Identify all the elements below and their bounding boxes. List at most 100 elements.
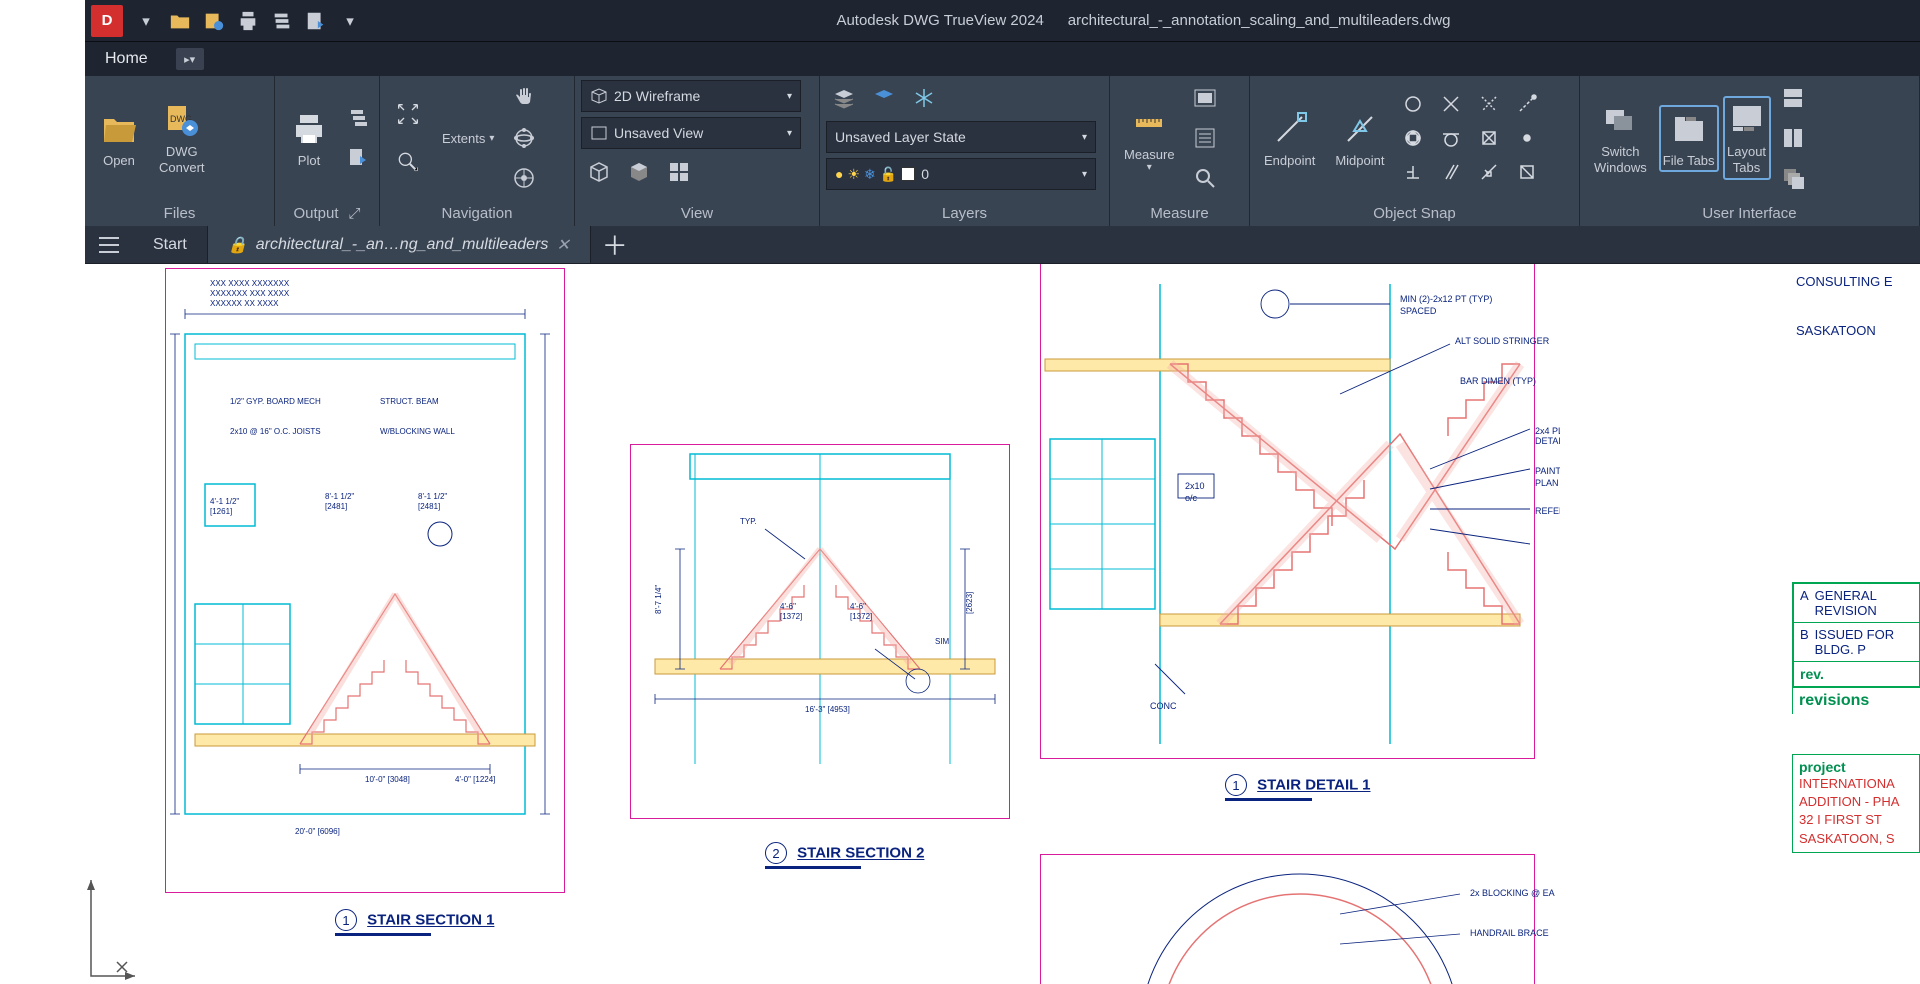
tile-vertical-icon[interactable] — [1775, 120, 1811, 156]
svg-text:16'-3" [4953]: 16'-3" [4953] — [805, 705, 850, 714]
svg-text:[2623]: [2623] — [965, 592, 974, 614]
open-button[interactable]: Open — [91, 105, 147, 172]
svg-text:o/c: o/c — [1185, 493, 1198, 503]
snap-quadrant-icon[interactable] — [1396, 123, 1430, 153]
ribbon-tab-strip: Home ▸▾ — [85, 41, 1920, 76]
close-icon[interactable]: ✕ — [556, 235, 569, 255]
extents-button[interactable]: Extents ▾ — [434, 127, 502, 150]
dwg-convert-icon[interactable] — [197, 4, 231, 38]
layer-state-dropdown[interactable]: Unsaved Layer State ▾ — [826, 121, 1096, 153]
panel-view: 2D Wireframe ▾ Unsaved View ▾ View — [575, 76, 820, 226]
tb-city: SASKATOON — [1792, 319, 1920, 342]
snap-insert-icon[interactable] — [1472, 123, 1506, 153]
svg-text:W/BLOCKING WALL: W/BLOCKING WALL — [380, 427, 455, 436]
panel-layers: Unsaved Layer State ▾ ● ☀ ❄ 🔓 0 ▾ Layers — [820, 76, 1110, 226]
panel-layers-title: Layers — [820, 200, 1109, 226]
id-point-icon[interactable] — [1187, 160, 1223, 196]
list-icon[interactable] — [1187, 120, 1223, 156]
dwg-convert-button[interactable]: DWG DWG Convert — [151, 96, 213, 179]
file-tabs-toggle[interactable]: File Tabs — [1659, 105, 1719, 172]
lock-icon: 🔒 — [228, 235, 248, 255]
print-icon[interactable] — [231, 4, 265, 38]
cascade-icon[interactable] — [1775, 160, 1811, 196]
add-tab-button[interactable]: ＋ — [591, 226, 639, 263]
endpoint-label: Endpoint — [1264, 153, 1315, 168]
snap-parallel-icon[interactable] — [1434, 157, 1468, 187]
zoom-extents-icon[interactable] — [386, 92, 430, 136]
layer-current-dropdown[interactable]: ● ☀ ❄ 🔓 0 ▾ — [826, 158, 1096, 190]
app-logo[interactable]: D — [91, 5, 123, 37]
svg-text:4'-6": 4'-6" — [850, 602, 866, 611]
tile-horizontal-icon[interactable] — [1775, 80, 1811, 116]
doc-tab-current[interactable]: 🔒 architectural_-_an…ng_and_multileaders… — [208, 226, 591, 263]
svg-text:TYP.: TYP. — [740, 517, 757, 526]
tb-project: INTERNATIONA ADDITION - PHA 32 I FIRST S… — [1799, 775, 1913, 848]
layer-freeze-icon[interactable] — [906, 80, 942, 116]
panel-output-title: Output⤢ — [275, 200, 379, 226]
svg-text:4'-6": 4'-6" — [780, 602, 796, 611]
tb-rev-label: rev. — [1800, 666, 1824, 682]
file-name: architectural_-_annotation_scaling_and_m… — [1068, 12, 1451, 29]
snap-none-icon[interactable] — [1510, 157, 1544, 187]
batch-plot-icon[interactable] — [265, 4, 299, 38]
tb-consulting: CONSULTING E — [1792, 264, 1920, 299]
layer-current-value: 0 — [921, 166, 929, 182]
snap-center-icon[interactable] — [1396, 89, 1430, 119]
svg-text:DETAIL SHEETS: DETAIL SHEETS — [1535, 436, 1560, 446]
svg-text:20'-0" [6096]: 20'-0" [6096] — [295, 827, 340, 836]
svg-text:[2481]: [2481] — [325, 502, 347, 511]
snap-nearest-icon[interactable] — [1472, 157, 1506, 187]
layer-isolate-icon[interactable] — [866, 80, 902, 116]
view-box-icon[interactable] — [581, 154, 617, 190]
svg-text:XXXXXX XX XXXX: XXXXXX XX XXXX — [210, 299, 279, 308]
drawing-stair-section-1: XXX XXXX XXXXXXX XXXXXXX XXX XXXX XXXXXX… — [170, 274, 560, 889]
tab-addins-icon[interactable]: ▸▾ — [176, 48, 204, 70]
view-manager-icon[interactable] — [661, 154, 697, 190]
snap-node-icon[interactable] — [1510, 123, 1544, 153]
svg-text:2x10: 2x10 — [1185, 481, 1205, 491]
snap-perpendicular-icon[interactable] — [1396, 157, 1430, 187]
panel-output: Plot Output⤢ — [275, 76, 380, 226]
layer-off-icon[interactable] — [826, 80, 862, 116]
snap-apparent-icon[interactable] — [1472, 89, 1506, 119]
extents-label: Extents — [442, 131, 485, 146]
tab-home[interactable]: Home — [85, 42, 168, 76]
tb-rev-a: GENERAL REVISION — [1815, 588, 1913, 618]
snap-intersection-icon[interactable] — [1434, 89, 1468, 119]
visual-style-dropdown[interactable]: 2D Wireframe ▾ — [581, 80, 801, 112]
measure-button[interactable]: Measure ▾ — [1116, 99, 1183, 177]
qat-customize-caret[interactable]: ▾ — [333, 4, 367, 38]
open-icon[interactable] — [163, 4, 197, 38]
view-back-icon[interactable] — [621, 154, 657, 190]
svg-text:[1372]: [1372] — [850, 612, 872, 621]
svg-text:HANDRAIL BRACE: HANDRAIL BRACE — [1470, 928, 1549, 938]
doc-tab-start[interactable]: Start — [133, 226, 208, 263]
plot-label: Plot — [298, 153, 320, 168]
snap-tangent-icon[interactable] — [1434, 123, 1468, 153]
panel-navigation-title: Navigation — [380, 200, 574, 226]
orbit-icon[interactable] — [506, 120, 542, 156]
endpoint-button[interactable]: Endpoint — [1256, 105, 1323, 172]
snap-extension-icon[interactable] — [1510, 89, 1544, 119]
steering-wheel-icon[interactable] — [506, 160, 542, 196]
drawing-canvas[interactable]: XXX XXXX XXXXXXX XXXXXXX XXX XXXX XXXXXX… — [85, 264, 1920, 984]
drawing-stair-detail-1: MIN (2)-2x12 PT (TYP) SPACED ALT SOLID S… — [1040, 264, 1560, 764]
app-menu-caret[interactable]: ▾ — [129, 4, 163, 38]
svg-text:SPACED: SPACED — [1400, 306, 1437, 316]
svg-text:PAINTED METAL JOISTED: PAINTED METAL JOISTED — [1535, 466, 1560, 476]
pan-icon[interactable] — [506, 80, 542, 116]
layout-tabs-toggle[interactable]: Layout Tabs — [1723, 96, 1771, 179]
zoom-window-icon[interactable] — [386, 140, 430, 184]
export-button[interactable] — [341, 140, 377, 176]
named-view-dropdown[interactable]: Unsaved View ▾ — [581, 117, 801, 149]
hamburger-icon[interactable] — [85, 235, 133, 255]
distance-icon[interactable] — [1187, 80, 1223, 116]
panel-ui-title: User Interface — [1580, 200, 1919, 226]
midpoint-button[interactable]: Midpoint — [1327, 105, 1392, 172]
panel-navigation: Extents ▾ Navigation — [380, 76, 575, 226]
svg-text:2x4 PLYWOOD 6/12": 2x4 PLYWOOD 6/12" — [1535, 426, 1560, 436]
plot-button[interactable]: Plot — [281, 105, 337, 172]
batch-plot-button[interactable] — [341, 100, 377, 136]
export-icon[interactable] — [299, 4, 333, 38]
switch-windows-button[interactable]: Switch Windows — [1586, 96, 1655, 179]
